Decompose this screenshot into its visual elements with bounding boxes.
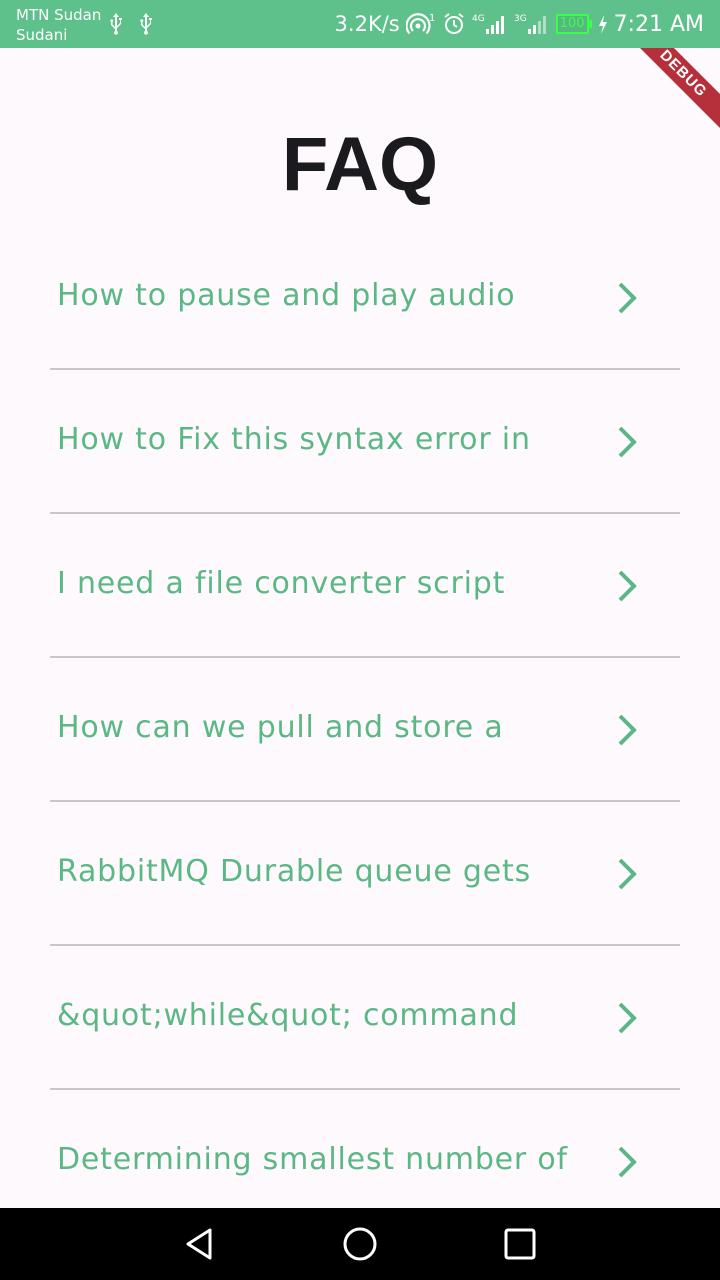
chevron-right-icon	[618, 1146, 637, 1178]
chevron-right-icon	[618, 1002, 637, 1034]
chevron-right-icon	[618, 858, 637, 890]
charging-icon	[598, 15, 607, 34]
network-type-3g: 3G	[514, 14, 527, 24]
network-speed: 3.2K/s	[334, 12, 400, 36]
network-type-4g: 4G	[472, 14, 485, 24]
battery-cap	[588, 20, 592, 28]
faq-question: I need a file converter script	[57, 566, 506, 601]
navigation-bar	[0, 1208, 720, 1280]
battery-icon: 100	[555, 14, 592, 34]
screen: MTN Sudan Sudani 3.2K/s 1 4G 3G 100 7:21…	[0, 0, 720, 1280]
usb-icon	[110, 13, 122, 35]
chevron-right-icon	[618, 714, 637, 746]
hotspot-icon: 1	[405, 13, 435, 35]
debug-label: DEBUG	[640, 48, 720, 128]
faq-item[interactable]: &quot;while&quot; command	[50, 946, 680, 1090]
hotspot-count: 1	[429, 13, 435, 24]
signal-3g-icon: 3G	[514, 14, 546, 34]
chevron-right-icon	[618, 426, 637, 458]
status-bar: MTN Sudan Sudani 3.2K/s 1 4G 3G 100 7:21…	[0, 0, 720, 48]
carrier-line-2: Sudani	[16, 26, 68, 44]
faq-item[interactable]: I need a file converter script	[50, 514, 680, 658]
alarm-icon	[444, 13, 464, 34]
carrier-line-1: MTN Sudan	[16, 6, 102, 24]
faq-question: How to Fix this syntax error in	[57, 422, 531, 457]
faq-item[interactable]: How can we pull and store a	[50, 658, 680, 802]
faq-item[interactable]: How to Fix this syntax error in	[50, 370, 680, 514]
faq-question: How can we pull and store a	[57, 710, 504, 745]
chevron-right-icon	[618, 282, 637, 314]
faq-question: How to pause and play audio	[57, 278, 516, 313]
back-triangle-icon[interactable]	[182, 1226, 218, 1262]
status-icons: 3.2K/s 1 4G 3G 100 7:21 AM	[335, 0, 704, 48]
home-circle-icon[interactable]	[342, 1226, 378, 1262]
clock: 7:21 AM	[613, 11, 704, 37]
recents-square-icon[interactable]	[502, 1226, 538, 1262]
signal-4g-icon: 4G	[472, 14, 504, 34]
usb-icon	[140, 13, 152, 35]
debug-banner: DEBUG	[640, 48, 720, 128]
faq-item[interactable]: How to pause and play audio	[50, 226, 680, 370]
faq-question: RabbitMQ Durable queue gets	[57, 854, 532, 889]
faq-item[interactable]: RabbitMQ Durable queue gets	[50, 802, 680, 946]
chevron-right-icon	[618, 570, 637, 602]
battery-level: 100	[555, 14, 589, 34]
faq-question: &quot;while&quot; command	[57, 998, 519, 1033]
page-title: FAQ	[281, 122, 439, 207]
faq-question: Determining smallest number of	[57, 1142, 568, 1177]
faq-list: How to pause and play audio How to Fix t…	[50, 226, 680, 1234]
carrier-name: MTN Sudan Sudani	[16, 5, 101, 45]
